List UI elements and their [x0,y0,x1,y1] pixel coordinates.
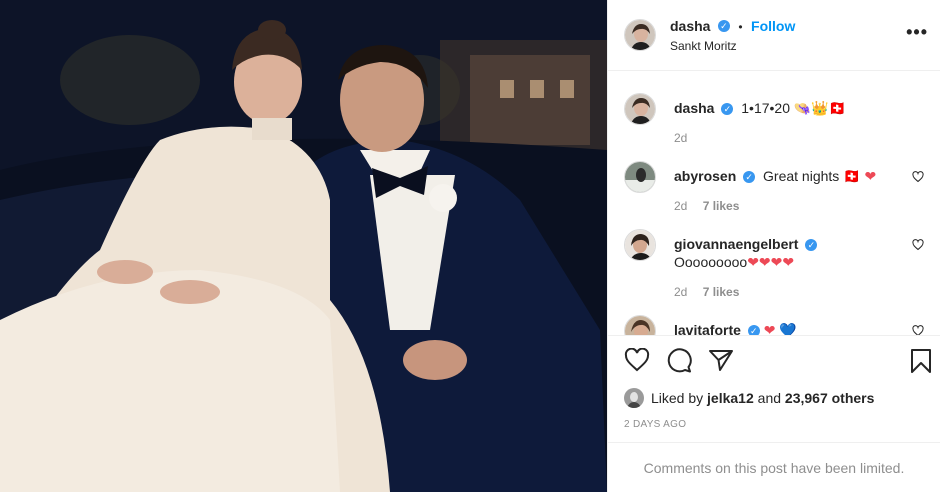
wedding-photo-illustration [0,0,607,492]
comment-body: giovannaengelbert ✓ Ooooooooo❤❤❤❤ 2d 7 l… [674,229,924,301]
more-icon[interactable]: ••• [906,22,928,43]
red-heart-emoji: ❤❤❤❤ [747,254,795,270]
comment-likes[interactable]: 7 likes [703,285,740,299]
comment: lavitaforte ✓ ❤ 💙 [624,315,924,335]
comment-text: Ooooooooo [674,254,748,270]
blue-heart-emoji: 💙 [779,322,797,335]
liked-by-prefix: Liked by [651,390,704,406]
red-heart-emoji: ❤ [864,168,877,184]
post-location[interactable]: Sankt Moritz [670,39,795,53]
comment-body: lavitaforte ✓ ❤ 💙 [674,315,924,335]
comment-icon[interactable] [666,347,692,373]
comment: giovannaengelbert ✓ Ooooooooo❤❤❤❤ 2d 7 l… [624,229,924,301]
caption-username[interactable]: dasha [674,100,714,116]
action-bar [608,335,940,383]
comment: abyrosen ✓ Great nights 🇨🇭 ❤ 2d 7 likes [624,161,924,215]
liked-by-joiner: and [757,390,782,406]
comment-time[interactable]: 2d [674,285,687,299]
caption-meta: 2d [674,129,924,147]
share-icon[interactable] [708,348,734,372]
post-photo[interactable] [0,0,607,492]
red-heart-emoji: ❤ [763,322,776,335]
comment-meta: 2d 7 likes [674,283,924,301]
verified-icon: ✓ [717,20,730,33]
commenter-avatar[interactable] [624,315,656,335]
commenter-username[interactable]: giovannaengelbert [674,236,798,252]
caption-body: dasha ✓ 1•17•20 👒👑🇨🇭 2d [674,93,924,147]
post-timestamp[interactable]: 2 DAYS AGO [608,413,940,442]
commenter-avatar[interactable] [624,161,656,193]
liked-by-user[interactable]: jelka12 [707,390,754,406]
verified-icon: ✓ [747,325,760,335]
heart-icon[interactable] [912,239,924,254]
follow-button[interactable]: Follow [751,18,795,34]
verified-icon: ✓ [743,171,756,184]
author-avatar[interactable] [624,19,656,51]
liker-avatar[interactable] [624,388,644,408]
heart-icon[interactable] [912,171,924,186]
caption: dasha ✓ 1•17•20 👒👑🇨🇭 2d [624,93,924,147]
comment-time[interactable]: 2d [674,199,687,213]
comment-meta: 2d 7 likes [674,197,924,215]
instagram-post: dasha ✓ • Follow Sankt Moritz ••• dasha … [0,0,940,492]
verified-icon: ✓ [805,239,818,252]
separator-dot: • [738,19,743,34]
post-header: dasha ✓ • Follow Sankt Moritz ••• [608,0,940,71]
author-info: dasha ✓ • Follow Sankt Moritz [670,18,795,53]
commenter-avatar[interactable] [624,229,656,261]
verified-icon: ✓ [721,103,734,116]
liked-by: Liked by jelka12 and 23,967 others [608,383,940,413]
comment-text: Great nights 🇨🇭 [763,168,861,184]
post-side-panel: dasha ✓ • Follow Sankt Moritz ••• dasha … [607,0,940,492]
bookmark-icon[interactable] [910,348,932,379]
caption-time[interactable]: 2d [674,131,687,145]
comments-limited-notice: Comments on this post have been limited. [608,442,940,492]
heart-icon[interactable] [912,325,924,335]
heart-icon[interactable] [624,347,650,372]
comments-list[interactable]: dasha ✓ 1•17•20 👒👑🇨🇭 2d abyrosen ✓ Great… [608,71,940,335]
comment-likes[interactable]: 7 likes [703,199,740,213]
author-username[interactable]: dasha [670,18,710,34]
caption-avatar[interactable] [624,93,656,125]
commenter-username[interactable]: abyrosen [674,168,736,184]
commenter-username[interactable]: lavitaforte [674,322,741,335]
caption-text: 1•17•20 👒👑🇨🇭 [741,100,847,116]
liked-by-others[interactable]: 23,967 others [785,390,875,406]
comment-body: abyrosen ✓ Great nights 🇨🇭 ❤ 2d 7 likes [674,161,924,215]
